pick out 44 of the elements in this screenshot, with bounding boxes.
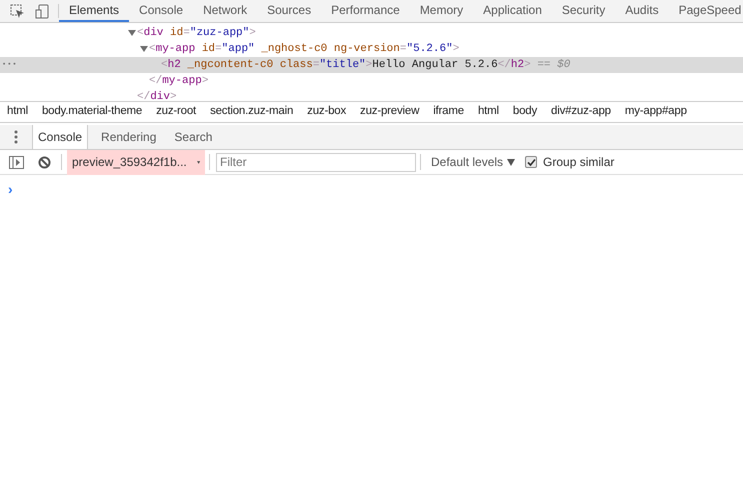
breadcrumb-item[interactable]: body.material-theme	[42, 103, 142, 121]
expand-triangle-icon[interactable]	[140, 45, 148, 53]
drawer-tab[interactable]: Rendering	[96, 125, 162, 149]
filter-field[interactable]: Filter	[216, 152, 416, 172]
breadcrumb-item[interactable]: zuz-root	[156, 103, 196, 121]
clear-console-icon[interactable]	[38, 156, 51, 168]
drawer-tab[interactable]: Search	[169, 125, 218, 149]
expand-triangle-icon[interactable]	[128, 29, 136, 37]
panel-tab[interactable]: Memory	[410, 0, 474, 22]
breadcrumb-item[interactable]: body	[512, 103, 538, 121]
panel-tab[interactable]: Audits	[615, 0, 669, 22]
panel-tab[interactable]: Network	[193, 0, 258, 22]
console-prompt[interactable]: ›	[8, 181, 13, 197]
context-dropdown[interactable]: preview_359342f1b...	[67, 150, 205, 174]
panel-tab[interactable]: PageSpeed	[668, 0, 743, 22]
caret-icon	[507, 158, 516, 166]
drawer-tab[interactable]: Console	[32, 125, 88, 149]
group-similar-label: Group similar	[543, 154, 614, 171]
html-code-line: </div>	[137, 90, 177, 105]
html-code-line: <h2 _ngcontent-c0 class="title">Hello Angular 5.2.6</h2> == $0	[161, 58, 570, 73]
panel-tab[interactable]: Elements	[59, 0, 130, 22]
inspect-cursor-icon[interactable]	[10, 4, 25, 18]
panel-tab[interactable]: Sources	[257, 0, 322, 22]
device-toolbar-icon[interactable]	[35, 4, 50, 18]
html-code-line: </my-app>	[149, 74, 208, 89]
breadcrumb-item[interactable]: html	[7, 103, 28, 121]
levels-dropdown[interactable]: Default levels	[431, 153, 516, 171]
more-vertical-icon[interactable]	[14, 130, 18, 144]
breadcrumb-item[interactable]: div#zuz-app	[551, 103, 611, 121]
panel-tab[interactable]: Security	[552, 0, 616, 22]
panel-tab[interactable]: Performance	[321, 0, 410, 22]
sidebar-toggle-icon[interactable]	[9, 156, 24, 168]
caret-icon	[196, 158, 200, 166]
html-code-line: <my-app id="app" _nghost-c0 ng-version="5.2.6">	[149, 42, 460, 57]
breadcrumb-item[interactable]: zuz-preview	[360, 103, 420, 121]
group-similar-checkbox[interactable]	[525, 156, 538, 168]
panel-tab[interactable]: Application	[473, 0, 552, 22]
breadcrumb-item[interactable]: iframe	[433, 103, 464, 121]
breadcrumb-item[interactable]: html	[478, 103, 499, 121]
breadcrumb-item[interactable]: my-app#app	[624, 103, 687, 121]
breadcrumb-item[interactable]: section.zuz-main	[210, 103, 294, 121]
breadcrumb-item[interactable]: zuz-box	[307, 103, 346, 121]
html-code-line: <div id="zuz-app">	[137, 26, 256, 41]
panel-tab[interactable]: Console	[129, 0, 194, 22]
